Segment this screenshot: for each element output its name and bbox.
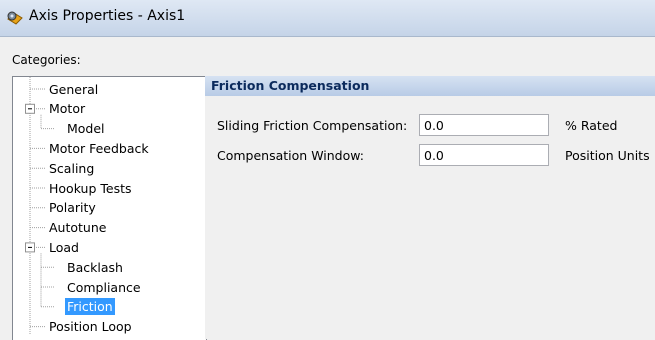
panel-header: Friction Compensation xyxy=(205,76,655,96)
tree-item-backlash[interactable]: Backlash xyxy=(65,259,125,276)
tree-item-hookup-tests[interactable]: Hookup Tests xyxy=(47,180,134,197)
compensation-window-label: Compensation Window: xyxy=(217,148,365,163)
tree-item-compliance[interactable]: Compliance xyxy=(65,279,143,296)
tree-item-load[interactable]: Load xyxy=(47,239,81,256)
tree-item-friction[interactable]: Friction xyxy=(65,298,115,316)
tree-item-autotune[interactable]: Autotune xyxy=(47,219,108,236)
collapse-toggle-icon[interactable] xyxy=(25,242,35,253)
compensation-window-unit: Position Units xyxy=(565,148,650,163)
tree-item-motor-feedback[interactable]: Motor Feedback xyxy=(47,140,151,157)
categories-label: Categories: xyxy=(12,53,81,67)
window-title: Axis Properties - Axis1 xyxy=(29,8,186,24)
tree-item-model[interactable]: Model xyxy=(65,120,107,137)
compensation-window-input[interactable] xyxy=(419,144,549,166)
tree-item-polarity[interactable]: Polarity xyxy=(47,199,98,216)
tree-item-position-loop[interactable]: Position Loop xyxy=(47,318,134,335)
tree-item-motor[interactable]: Motor xyxy=(47,100,87,117)
gear-icon xyxy=(6,9,24,27)
title-bar: Axis Properties - Axis1 xyxy=(0,0,655,37)
sliding-friction-label: Sliding Friction Compensation: xyxy=(217,118,408,133)
collapse-toggle-icon[interactable] xyxy=(25,103,35,114)
sliding-friction-input[interactable] xyxy=(419,114,549,136)
tree-item-scaling[interactable]: Scaling xyxy=(47,160,96,177)
properties-panel: Friction Compensation Sliding Friction C… xyxy=(205,76,655,339)
panel-title: Friction Compensation xyxy=(211,78,370,93)
sliding-friction-unit: % Rated xyxy=(565,118,618,133)
tree-item-general[interactable]: General xyxy=(47,81,100,98)
categories-tree[interactable]: General Motor Model Motor Feedback Scaling Ho… xyxy=(12,76,207,340)
